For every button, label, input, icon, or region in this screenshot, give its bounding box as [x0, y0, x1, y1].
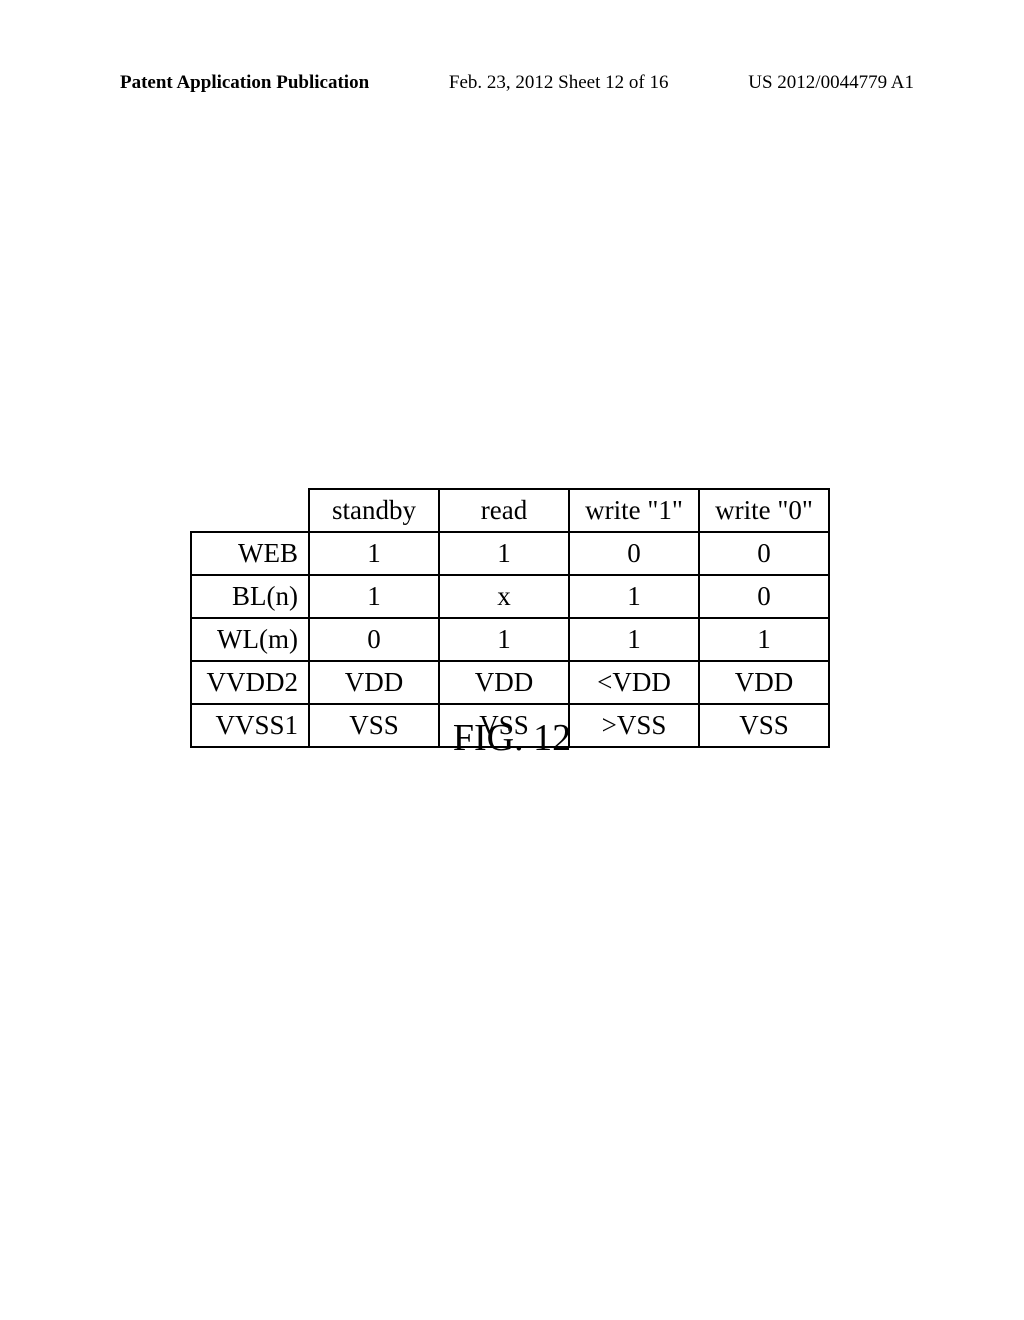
table-row: BL(n) 1 x 1 0 — [191, 575, 829, 618]
col-header: write "0" — [699, 489, 829, 532]
header-left-text: Patent Application Publication — [120, 72, 369, 94]
row-header: BL(n) — [191, 575, 309, 618]
table-cell: VDD — [309, 661, 439, 704]
corner-cell — [191, 489, 309, 532]
table-row: WL(m) 0 1 1 1 — [191, 618, 829, 661]
page-header: Patent Application Publication Feb. 23, … — [0, 72, 1024, 94]
row-header: VVDD2 — [191, 661, 309, 704]
table-cell: 0 — [699, 575, 829, 618]
table-cell: <VDD — [569, 661, 699, 704]
table-cell: VDD — [439, 661, 569, 704]
col-header: standby — [309, 489, 439, 532]
table-cell: 1 — [699, 618, 829, 661]
table-row: VVDD2 VDD VDD <VDD VDD — [191, 661, 829, 704]
header-center-text: Feb. 23, 2012 Sheet 12 of 16 — [449, 72, 669, 94]
table-cell: 0 — [569, 532, 699, 575]
table-cell: 0 — [309, 618, 439, 661]
table-cell: 1 — [439, 532, 569, 575]
table-cell: 1 — [309, 532, 439, 575]
table-cell: x — [439, 575, 569, 618]
table-cell: 1 — [309, 575, 439, 618]
row-header: WL(m) — [191, 618, 309, 661]
table-cell: 1 — [569, 575, 699, 618]
col-header: read — [439, 489, 569, 532]
signal-table: standby read write "1" write "0" WEB 1 1… — [190, 488, 830, 748]
header-right-text: US 2012/0044779 A1 — [748, 72, 914, 94]
table-cell: 1 — [439, 618, 569, 661]
col-header: write "1" — [569, 489, 699, 532]
figure-caption: FIG. 12 — [0, 716, 1024, 760]
table-cell: VDD — [699, 661, 829, 704]
data-table-container: standby read write "1" write "0" WEB 1 1… — [190, 488, 830, 748]
table-cell: 0 — [699, 532, 829, 575]
table-cell: 1 — [569, 618, 699, 661]
table-row: standby read write "1" write "0" — [191, 489, 829, 532]
row-header: WEB — [191, 532, 309, 575]
table-row: WEB 1 1 0 0 — [191, 532, 829, 575]
